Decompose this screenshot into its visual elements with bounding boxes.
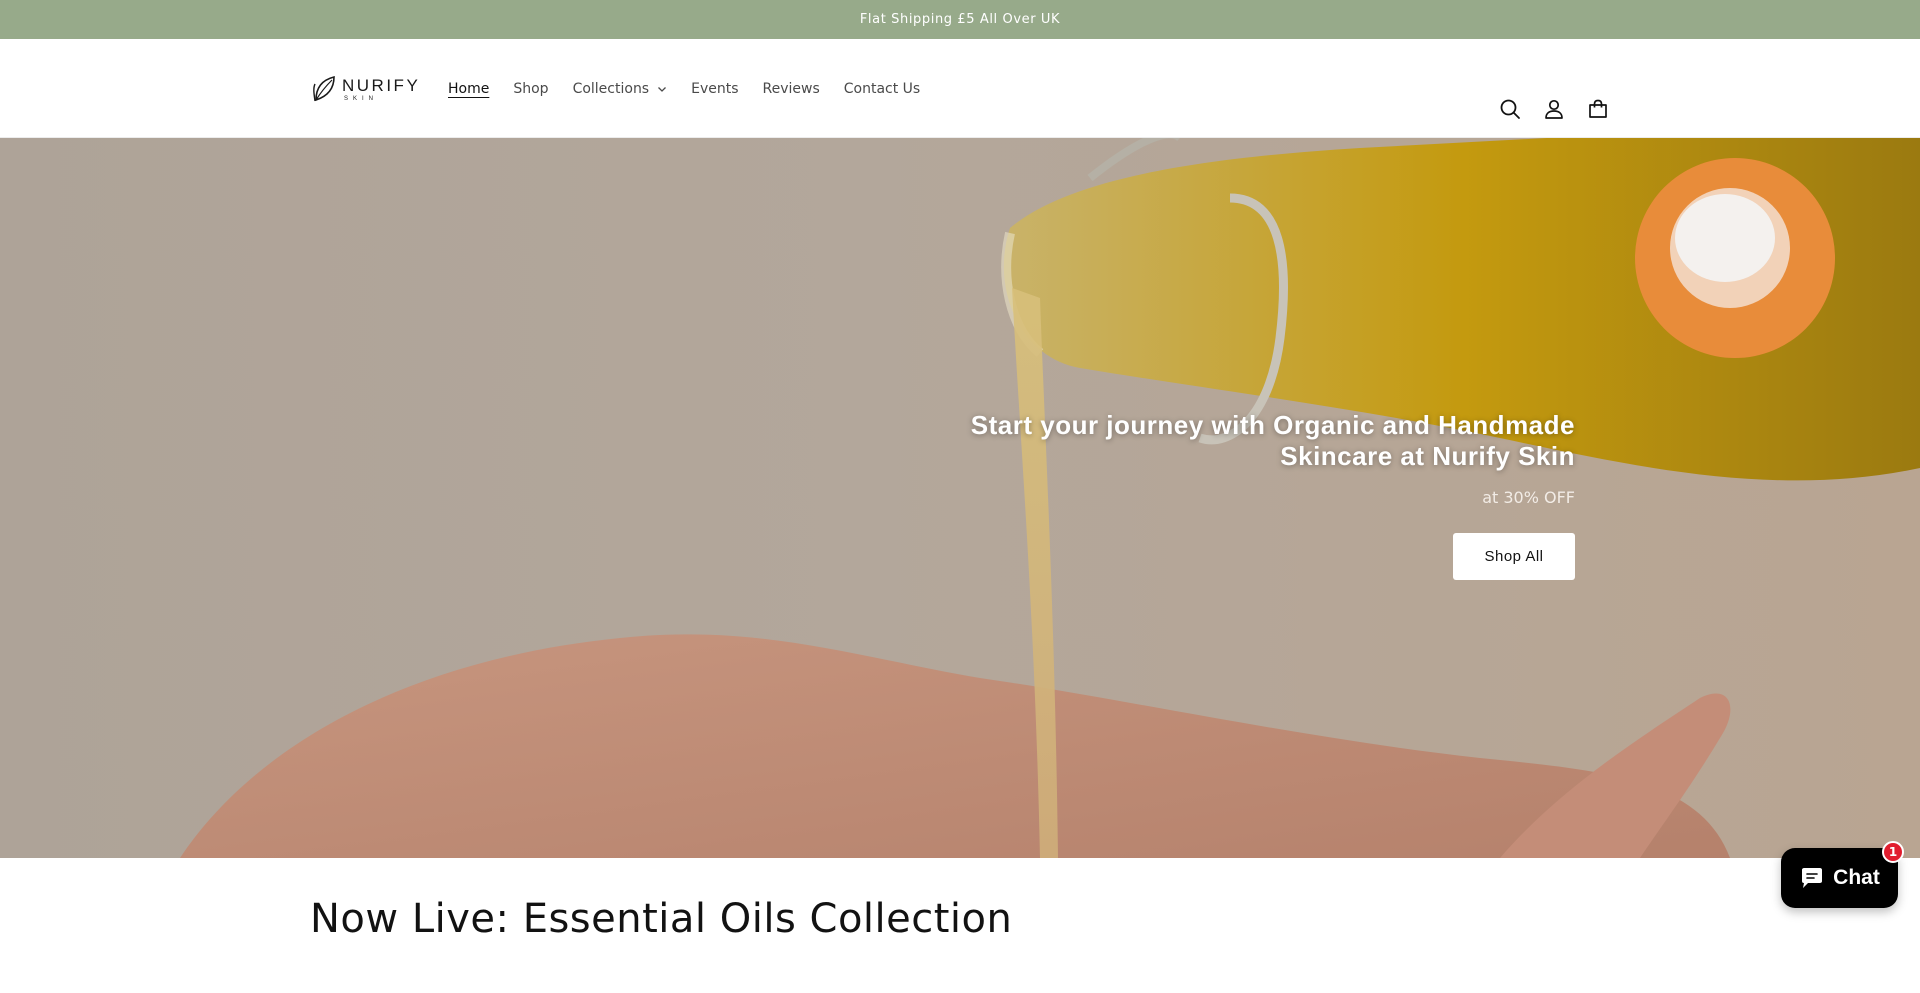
nav-item-events[interactable]: Events — [691, 81, 738, 97]
chat-button[interactable]: Chat — [1781, 848, 1898, 908]
nav-item-reviews[interactable]: Reviews — [763, 81, 820, 97]
hero-banner: Start your journey with Organic and Hand… — [0, 138, 1920, 858]
section-title: Now Live: Essential Oils Collection — [310, 896, 1013, 942]
main-nav: Home Shop Collections Events Reviews Con… — [448, 77, 944, 101]
account-button[interactable] — [1532, 87, 1576, 131]
hero-subtitle: at 30% OFF — [1482, 488, 1575, 507]
logo[interactable]: NURIFY SKIN — [312, 71, 422, 107]
chevron-down-icon — [658, 87, 667, 92]
chat-notification-badge: 1 — [1882, 841, 1904, 863]
nav-item-label: Home — [448, 81, 490, 97]
hero-title: Start your journey with Organic and Hand… — [970, 410, 1575, 471]
nav-item-shop[interactable]: Shop — [513, 81, 548, 97]
nav-item-label: Shop — [513, 81, 549, 97]
account-icon — [1545, 99, 1563, 119]
cart-icon — [1589, 99, 1607, 118]
nav-item-label: Reviews — [762, 81, 820, 97]
announcement-bar: Flat Shipping £5 All Over UK — [0, 0, 1920, 39]
leaf-logo-icon — [313, 75, 335, 102]
logo-subtitle: SKIN — [344, 95, 379, 102]
chat-bubble-icon — [1802, 868, 1823, 888]
chat-label: Chat — [1833, 866, 1880, 889]
hero-content: Start your journey with Organic and Hand… — [955, 410, 1575, 580]
shop-all-button[interactable]: Shop All — [1453, 533, 1575, 580]
nav-item-label: Contact Us — [843, 81, 921, 97]
logo-wordmark: NURIFY — [342, 75, 421, 95]
cart-button[interactable] — [1576, 87, 1620, 131]
header-icons — [1488, 87, 1620, 131]
nav-item-home[interactable]: Home — [448, 81, 489, 97]
nav-item-label: Events — [691, 81, 739, 97]
announcement-text: Flat Shipping £5 All Over UK — [859, 12, 1061, 27]
search-button[interactable] — [1488, 87, 1532, 131]
site-header: NURIFY SKIN Home Shop Collections Events… — [0, 39, 1920, 138]
search-icon — [1500, 99, 1520, 119]
nav-item-collections[interactable]: Collections — [573, 81, 668, 97]
nav-item-contact-us[interactable]: Contact Us — [844, 81, 920, 97]
nav-item-label: Collections — [572, 81, 650, 97]
